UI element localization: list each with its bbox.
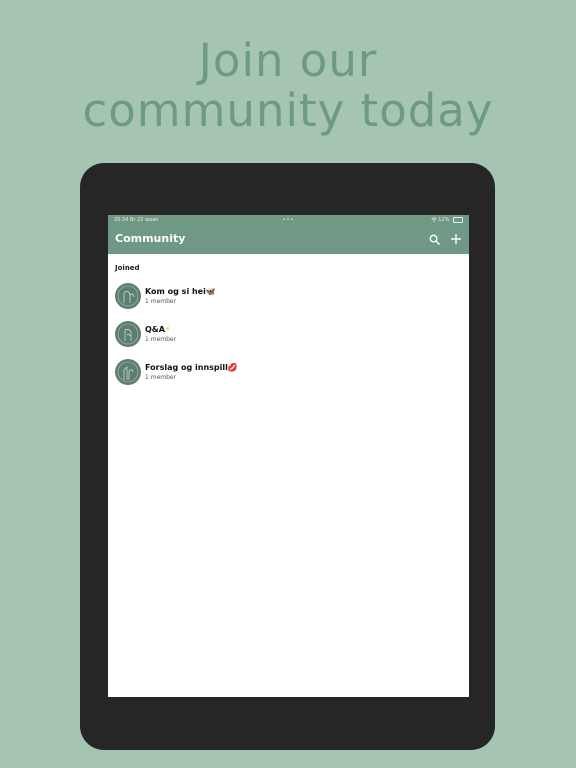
status-right: 12%	[430, 215, 463, 225]
tablet-screen: 20:34 Br 22 woan ••• 12% Community Joine…	[108, 215, 469, 697]
community-name: Kom og si hei🦋	[145, 287, 216, 296]
app-bar: Community	[108, 225, 469, 254]
butterfly-icon: 🦋	[205, 287, 216, 296]
plant-illustration-icon	[117, 285, 139, 307]
plus-icon	[451, 234, 461, 244]
community-member-count: 1 member	[145, 336, 177, 343]
community-name: Forslag og innspill💋	[145, 363, 238, 372]
community-avatar	[115, 283, 141, 309]
battery-percent: 12%	[438, 217, 450, 223]
plant-illustration-icon	[117, 323, 139, 345]
community-item-q-and-a[interactable]: Q&A⚡ 1 member	[108, 316, 469, 354]
community-name: Q&A⚡	[145, 325, 171, 334]
add-community-button[interactable]	[449, 232, 463, 246]
community-avatar	[115, 359, 141, 385]
wifi-icon	[430, 217, 437, 222]
community-list: Kom og si hei🦋 1 member Q&A⚡ 1 member Fo…	[108, 278, 469, 392]
lightning-icon: ⚡	[164, 325, 171, 334]
community-item-forslag-og-innspill[interactable]: Forslag og innspill💋 1 member	[108, 354, 469, 392]
headline-line-1: Join our	[198, 34, 378, 87]
community-member-count: 1 member	[145, 374, 177, 381]
plant-illustration-icon	[117, 361, 139, 383]
headline-line-2: community today	[82, 84, 494, 137]
community-member-count: 1 member	[145, 298, 177, 305]
search-icon	[429, 234, 440, 245]
status-bar: 20:34 Br 22 woan ••• 12%	[108, 215, 469, 225]
lips-icon: 💋	[227, 363, 238, 372]
page-title: Community	[115, 232, 186, 245]
community-item-kom-og-si-hei[interactable]: Kom og si hei🦋 1 member	[108, 278, 469, 316]
battery-icon	[453, 216, 463, 223]
section-label-joined: Joined	[115, 264, 140, 272]
community-avatar	[115, 321, 141, 347]
search-button[interactable]	[427, 232, 441, 246]
app-bar-actions	[427, 232, 463, 246]
multitasking-dots: •••	[282, 217, 295, 223]
promo-headline: Join our community today	[0, 36, 576, 136]
